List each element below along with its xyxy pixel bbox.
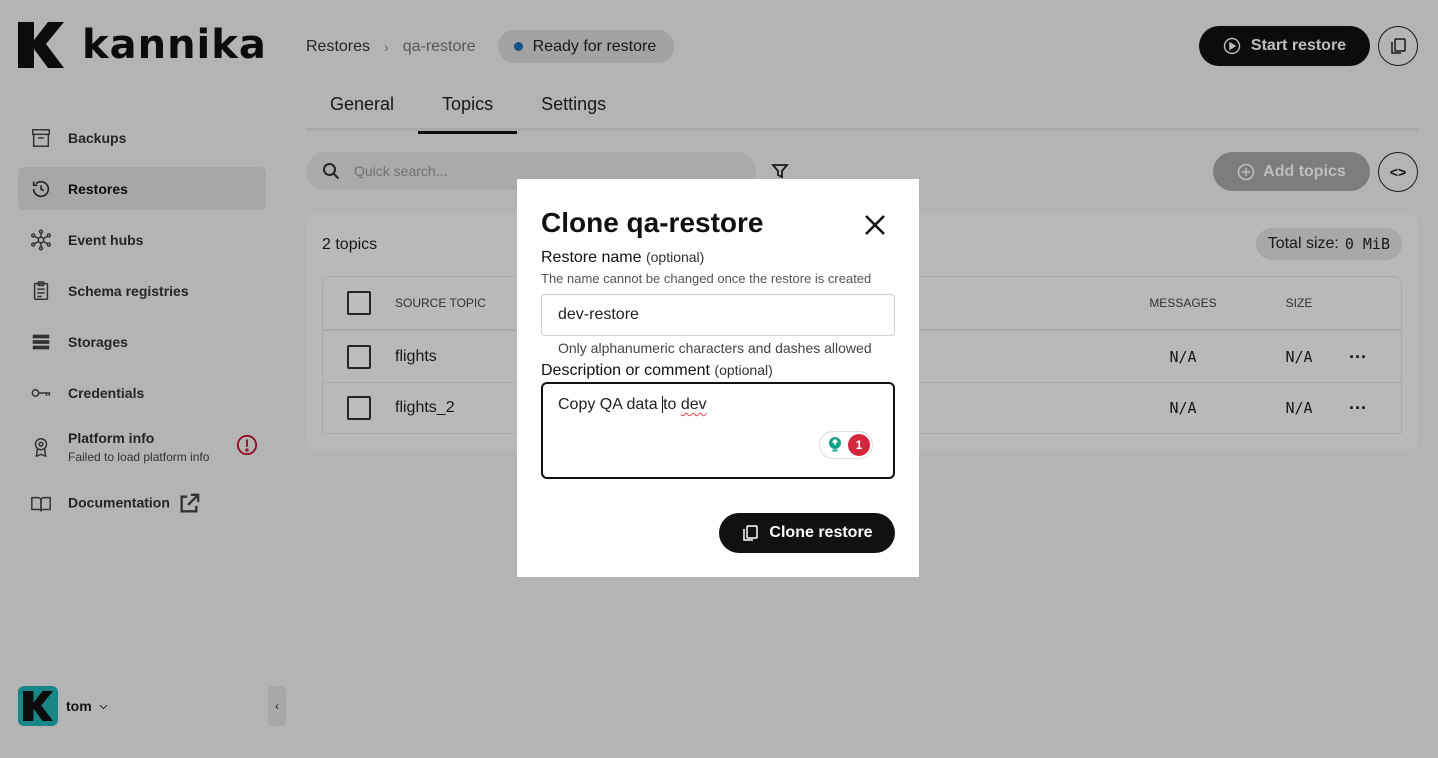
label-text: Restore name [541,249,642,266]
restore-name-help: The name cannot be changed once the rest… [541,271,872,286]
optional-text: (optional) [714,362,773,378]
restore-name-input[interactable] [541,294,895,336]
optional-text: (optional) [645,249,705,265]
desc-text-part: to [663,396,681,413]
dialog-title: Clone qa-restore [541,207,764,238]
restore-name-label: Restore name (optional) [541,249,704,267]
clone-restore-button[interactable]: Clone restore [719,513,895,553]
grammar-issue-count: 1 [848,434,870,456]
clone-restore-dialog: Clone qa-restore Restore name (optional)… [517,179,919,577]
description-textarea[interactable]: Copy QA data to dev 1 [541,382,895,479]
desc-text-part: Copy QA data [558,396,663,413]
label-text: Description or comment [541,362,710,379]
clone-restore-label: Clone restore [769,524,873,541]
description-value: Copy QA data to dev [558,396,707,413]
close-icon[interactable] [861,211,889,239]
desc-text-misspelled: dev [680,396,707,413]
copy-icon [743,525,759,541]
restore-name-hint: Only alphanumeric characters and dashes … [558,340,872,356]
grammar-checker-widget[interactable]: 1 [819,431,873,459]
description-label: Description or comment (optional) [541,362,773,380]
grammar-bulb-icon [829,437,841,452]
